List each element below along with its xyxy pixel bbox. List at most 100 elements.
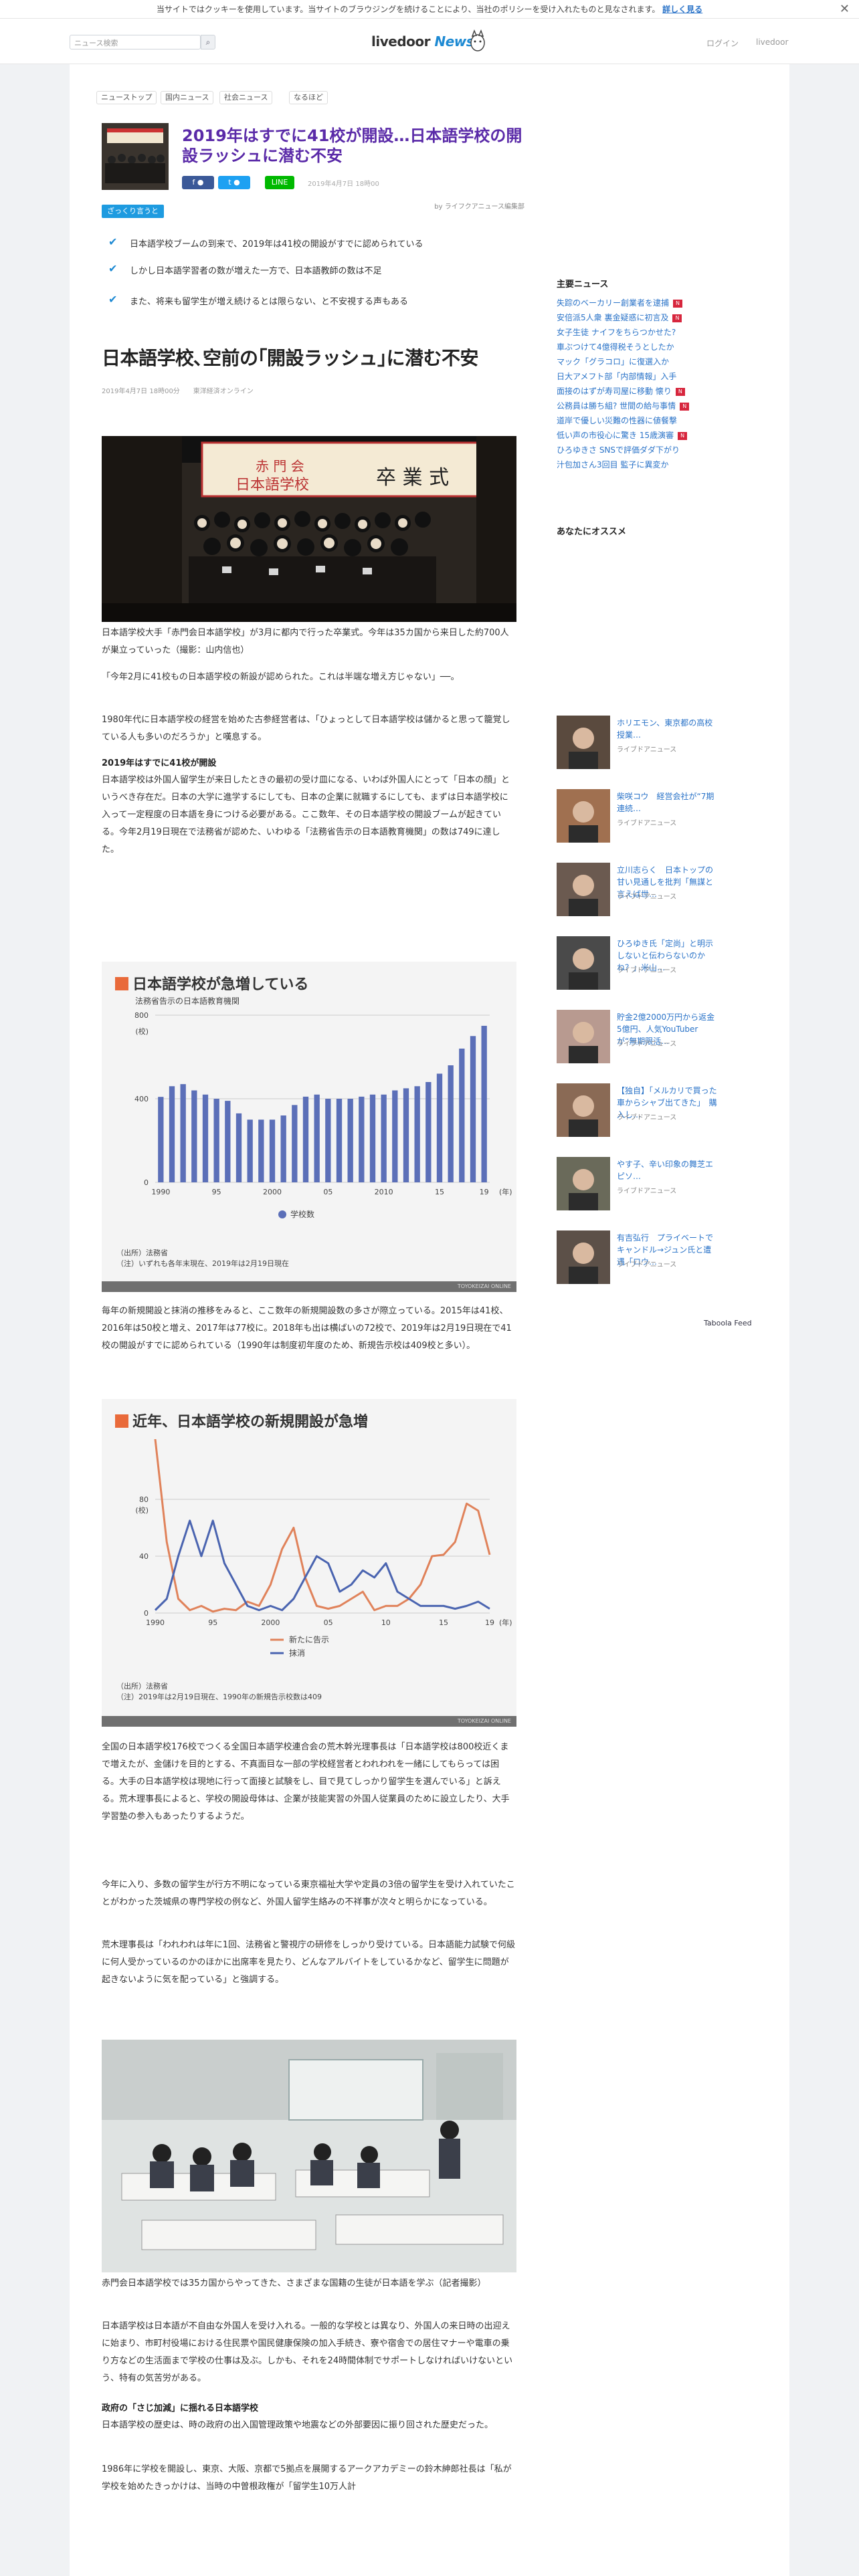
main-news-item[interactable]: マック「グラコロ」に復選入か (557, 356, 669, 367)
main-news-item[interactable]: 女子生徒 ナイフをちらつかせた? (557, 326, 676, 338)
chart1-subtitle: 法務省告示の日本語教育機関 (135, 996, 240, 1006)
bar (414, 1086, 420, 1182)
banner-text-1: 赤 門 会 (256, 458, 304, 474)
main-news-item[interactable]: 安倍派5人衆 裏金疑惑に初言及 N (557, 312, 682, 323)
main-news-link[interactable]: 面接のはずが寿司屋に移動 懐り (557, 387, 672, 396)
site-logo[interactable]: livedoor News (371, 33, 474, 49)
twitter-share-button[interactable]: t ● (218, 176, 250, 189)
main-news-link[interactable]: ひろゆきさ SNSで評価ダダ下がり (557, 445, 680, 455)
y-tick-label: 0 (144, 1178, 149, 1187)
legend-label: 新たに告示 (289, 1634, 329, 1644)
x-tick-label: 05 (323, 1188, 332, 1196)
x-tick-label: 95 (212, 1188, 221, 1196)
recommend-thumbnail[interactable] (557, 863, 610, 916)
breadcrumb-domestic[interactable]: 国内ニュース (161, 91, 214, 104)
chart-school-count: 日本語学校が急増している 法務省告示の日本語教育機関 0 400 800 (校) 199… (102, 962, 516, 1292)
main-news-link[interactable]: マック「グラコロ」に復選入か (557, 357, 669, 366)
paragraph: 日本語学校は日本語が不自由な外国人を受け入れる。一般的な学校とは異なり、外国人の… (102, 2321, 513, 2383)
livedoor-link[interactable]: livedoor (756, 37, 788, 47)
main-news-item[interactable]: 面接のはずが寿司屋に移動 懐り N (557, 385, 685, 397)
main-news-item[interactable]: 公務員は勝ち組? 世間の給与事情 N (557, 400, 690, 411)
main-news-item[interactable]: 失踪のベーカリー創業者を逮捕 N (557, 297, 683, 308)
breadcrumb-top[interactable]: ニューストップ (96, 91, 157, 104)
search-input[interactable]: ニュース検索 (70, 35, 201, 49)
recommend-source: ライブドアニュース (617, 746, 677, 754)
chart1-plot: 0 400 800 (校) 1990 95 2000 05 2010 15 19 (年) 学校数 (134, 1011, 512, 1219)
new-badge-icon: N (672, 314, 682, 322)
bar (381, 1094, 387, 1182)
main-news-link[interactable]: 低い声の市役心に驚き 15歳演審 (557, 431, 674, 440)
recommend-source: ライブドアニュース (617, 1041, 677, 1048)
sidebar: 主要ニュース 失踪のベーカリー創業者を逮捕 N 安倍派5人衆 裏金疑惑に初言及 N 女子… (538, 64, 789, 2576)
y-tick-label: 400 (134, 1095, 149, 1103)
main-news-link[interactable]: 公務員は勝ち組? 世間の給与事情 (557, 401, 676, 411)
main-news-item[interactable]: 低い声の市役心に驚き 15歳演審 N (557, 429, 688, 441)
x-tick-label: 2000 (261, 1618, 280, 1627)
paragraph: 「今年2月に41校もの日本語学校の新設が認められた。これは半端な増え方じゃない」… (102, 672, 460, 682)
recommend-thumbnail[interactable] (557, 936, 610, 990)
summary-point-text: 日本語学校ブームの到来で、2019年は41校の開設がすでに認められている (130, 239, 423, 249)
recommend-thumbnail[interactable] (557, 1230, 610, 1284)
check-icon: ✔ (108, 293, 118, 306)
main-news-link[interactable]: 女子生徒 ナイフをちらつかせた? (557, 328, 676, 337)
recommend-title[interactable]: 柴咲コウ 経営会社が“7期連続… (617, 790, 717, 815)
bar (403, 1088, 409, 1182)
paragraph: 今年に入り、多数の留学生が行方不明になっている東京福祉大学や定員の3倍の留学生を… (102, 1880, 515, 1907)
main-news-item[interactable]: 日大アメフト部「内部情報」入手 (557, 370, 676, 382)
main-news-item[interactable]: ひろゆきさ SNSで評価ダダ下がり (557, 444, 680, 455)
new-badge-icon: N (678, 432, 688, 440)
recommend-title[interactable]: ホリエモン、東京都の高校授業… (617, 717, 717, 741)
recommend-thumbnail[interactable] (557, 789, 610, 843)
close-icon[interactable]: ✕ (840, 0, 850, 19)
recommend-thumbnail[interactable] (557, 716, 610, 769)
bar (169, 1086, 175, 1182)
login-link[interactable]: ログイン (706, 37, 739, 49)
publish-date: 2019年4月7日 18時00 (308, 181, 379, 188)
series-line-1 (154, 1439, 491, 1613)
cookie-text: 当サイトではクッキーを使用しています。当サイトのブラウジングを続けることにより、… (156, 5, 660, 14)
x-tick-label: 2000 (263, 1188, 282, 1196)
bar (459, 1049, 465, 1182)
bar (213, 1099, 219, 1182)
chart2-plot: 0 40 80(校) 1990 95 2000 05 10 15 19 (年) 新たに告示抹消 (135, 1439, 512, 1658)
legend-label: 学校数 (290, 1209, 314, 1219)
recommend-thumbnail[interactable] (557, 1083, 610, 1137)
main-news-link[interactable]: 失踪のベーカリー創業者を逮捕 (557, 298, 669, 308)
search-icon[interactable]: ⌕ (201, 35, 215, 49)
x-tick-label: 95 (208, 1618, 217, 1627)
breadcrumb-society[interactable]: 社会ニュース (219, 91, 273, 104)
photo1-caption: 日本語学校大手「赤門会日本語学校」が3月に都内で行った卒業式。今年は35カ国から… (102, 628, 509, 655)
main-news-link[interactable]: 汁包加さん3回目 監子に異変か (557, 460, 668, 469)
taboola-feed-label[interactable]: Taboola Feed (704, 1319, 752, 1327)
bar (225, 1101, 231, 1182)
recommend-source: ライブドアニュース (617, 893, 677, 901)
y-unit-label: (校) (135, 1505, 149, 1515)
main-news-item[interactable]: 車ぶつけて4億得税そうとしたか (557, 341, 674, 352)
bar (202, 1094, 209, 1182)
article-title: 2019年はすでに41校が開設…日本語学校の開設ラッシュに潜む不安 (182, 126, 522, 165)
chart2-footer: TOYOKEIZAI ONLINE (102, 1716, 516, 1727)
main-news-link[interactable]: 日大アメフト部「内部情報」入手 (557, 372, 676, 381)
x-tick-label: 2010 (375, 1188, 393, 1196)
summary-point-text: また、将来も留学生が増え続けるとは限らない、と不安視する声もある (130, 297, 409, 307)
main-news-item[interactable]: 汁包加さん3回目 監子に異変か (557, 459, 668, 470)
cookie-more-link[interactable]: 詳しく見る (662, 5, 702, 14)
breadcrumb-naruhodo[interactable]: なるほど (289, 91, 328, 104)
chart2-title: 近年、日本語学校の新規開設が急増 (115, 1410, 368, 1431)
site-header: ニュース検索 ⌕ livedoor News ログイン livedoor (0, 19, 859, 64)
main-news-item[interactable]: 道岸で優しい災難の性器に値餐撃 (557, 415, 677, 426)
main-news-link[interactable]: 車ぶつけて4億得税そうとしたか (557, 342, 674, 352)
facebook-share-button[interactable]: f ● (182, 176, 214, 189)
recommend-thumbnail[interactable] (557, 1010, 610, 1063)
bar (448, 1065, 454, 1182)
line-share-button[interactable]: LINE (265, 176, 294, 189)
logo-news-text: News (434, 33, 474, 49)
x-tick-label: 15 (439, 1618, 448, 1627)
recommend-thumbnail[interactable] (557, 1157, 610, 1210)
recommend-source: ライブドアニュース (617, 1114, 677, 1121)
main-news-link[interactable]: 安倍派5人衆 裏金疑惑に初言及 (557, 313, 668, 322)
recommend-title[interactable]: やす子、辛い印象の舞芝エピソ… (617, 1158, 717, 1182)
main-news-heading: 主要ニュース (557, 280, 609, 290)
main-news-link[interactable]: 道岸で優しい災難の性器に値餐撃 (557, 416, 677, 425)
check-icon: ✔ (108, 235, 118, 248)
